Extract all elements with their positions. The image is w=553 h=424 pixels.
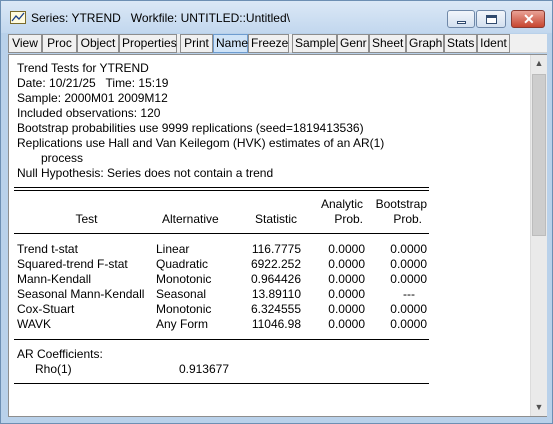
col-header-bootstrap: Bootstrap xyxy=(375,197,427,211)
table-rule-top xyxy=(14,187,429,188)
ar-rule-bottom xyxy=(14,383,429,384)
vertical-scrollbar[interactable]: ▲ ▼ xyxy=(530,55,547,416)
row-test: Squared-trend F-stat xyxy=(17,257,128,271)
freeze-button[interactable]: Freeze xyxy=(248,34,289,53)
row-statistic: 116.7775 xyxy=(251,242,301,256)
title-bar[interactable]: Series: YTREND Workfile: UNTITLED::Untit… xyxy=(1,1,552,33)
output-null-hypothesis: Null Hypothesis: Series does not contain… xyxy=(17,166,274,180)
col-header-bootstrap-prob: Prob. xyxy=(393,212,422,226)
maximize-button[interactable] xyxy=(476,10,506,28)
output-pane[interactable]: Trend Tests for YTREND Date: 10/21/25 Ti… xyxy=(8,54,547,417)
row-statistic: 6.324555 xyxy=(250,302,301,316)
row-analytic-prob: 0.0000 xyxy=(328,317,365,331)
row-test: Mann-Kendall xyxy=(17,272,92,286)
row-test: Cox-Stuart xyxy=(17,302,75,316)
row-alternative: Monotonic xyxy=(156,302,212,316)
row-alternative: Any Form xyxy=(156,317,209,331)
output-sample: Sample: 2000M01 2009M12 xyxy=(17,91,168,105)
row-statistic: 6922.252 xyxy=(250,257,301,271)
row-bootstrap-prob: 0.0000 xyxy=(390,272,427,286)
row-analytic-prob: 0.0000 xyxy=(328,257,365,271)
print-button[interactable]: Print xyxy=(180,34,213,53)
close-icon: ✕ xyxy=(523,11,535,27)
output-replications-note-cont: process xyxy=(41,151,84,165)
row-bootstrap-prob: 0.0000 xyxy=(390,257,427,271)
table-rule-top-double xyxy=(14,190,429,191)
row-test: Seasonal Mann-Kendall xyxy=(17,287,145,301)
table-rule-header xyxy=(14,233,429,234)
table-rule-bottom xyxy=(14,339,429,340)
minimize-button[interactable] xyxy=(447,10,475,28)
window-title: Series: YTREND Workfile: UNTITLED::Untit… xyxy=(31,11,290,25)
ar-rho-name: Rho(1) xyxy=(35,362,72,376)
output-bootstrap-note: Bootstrap probabilities use 9999 replica… xyxy=(17,121,364,135)
row-alternative: Monotonic xyxy=(156,272,212,286)
row-statistic: 13.89110 xyxy=(251,287,301,301)
maximize-icon xyxy=(486,15,497,24)
col-header-analytic-prob: Prob. xyxy=(334,212,363,226)
row-bootstrap-prob: 0.0000 xyxy=(390,317,427,331)
row-test: Trend t-stat xyxy=(17,242,78,256)
scroll-up-arrow-icon[interactable]: ▲ xyxy=(531,55,547,72)
row-bootstrap-prob: --- xyxy=(403,287,415,301)
series-window-icon xyxy=(10,11,26,24)
ar-coefficients-label: AR Coefficients: xyxy=(17,347,103,361)
sheet-button[interactable]: Sheet xyxy=(369,34,406,53)
minimize-icon xyxy=(457,21,466,24)
row-statistic: 11046.98 xyxy=(251,317,301,331)
sample-button[interactable]: Sample xyxy=(292,34,337,53)
row-analytic-prob: 0.0000 xyxy=(328,287,365,301)
output-title: Trend Tests for YTREND xyxy=(17,61,149,75)
output-date: Date: 10/21/25 Time: 15:19 xyxy=(17,76,169,90)
output-replications-note: Replications use Hall and Van Keilegom (… xyxy=(17,136,385,150)
row-test: WAVK xyxy=(17,317,52,331)
view-button[interactable]: View xyxy=(8,34,42,53)
row-bootstrap-prob: 0.0000 xyxy=(390,242,427,256)
scrollbar-thumb[interactable] xyxy=(532,74,546,236)
row-bootstrap-prob: 0.0000 xyxy=(390,302,427,316)
col-header-test: Test xyxy=(75,212,98,226)
row-alternative: Quadratic xyxy=(156,257,209,271)
properties-button[interactable]: Properties xyxy=(119,34,177,53)
col-header-statistic: Statistic xyxy=(254,212,297,226)
proc-button[interactable]: Proc xyxy=(42,34,77,53)
output-observations: Included observations: 120 xyxy=(17,106,161,120)
row-alternative: Seasonal xyxy=(156,287,207,301)
row-analytic-prob: 0.0000 xyxy=(328,272,365,286)
ident-button[interactable]: Ident xyxy=(477,34,510,53)
row-alternative: Linear xyxy=(156,242,190,256)
object-button[interactable]: Object xyxy=(77,34,119,53)
name-button[interactable]: Name xyxy=(213,34,248,53)
genr-button[interactable]: Genr xyxy=(337,34,369,53)
close-button[interactable]: ✕ xyxy=(511,10,545,28)
row-statistic: 0.964426 xyxy=(250,272,301,286)
graph-button[interactable]: Graph xyxy=(406,34,444,53)
scroll-down-arrow-icon[interactable]: ▼ xyxy=(531,399,547,416)
stats-button[interactable]: Stats xyxy=(444,34,477,53)
row-analytic-prob: 0.0000 xyxy=(328,242,365,256)
ar-rho-value: 0.913677 xyxy=(178,362,229,376)
toolbar: View Proc Object Properties Print Name F… xyxy=(8,34,547,53)
row-analytic-prob: 0.0000 xyxy=(328,302,365,316)
series-window: Series: YTREND Workfile: UNTITLED::Untit… xyxy=(0,0,553,424)
